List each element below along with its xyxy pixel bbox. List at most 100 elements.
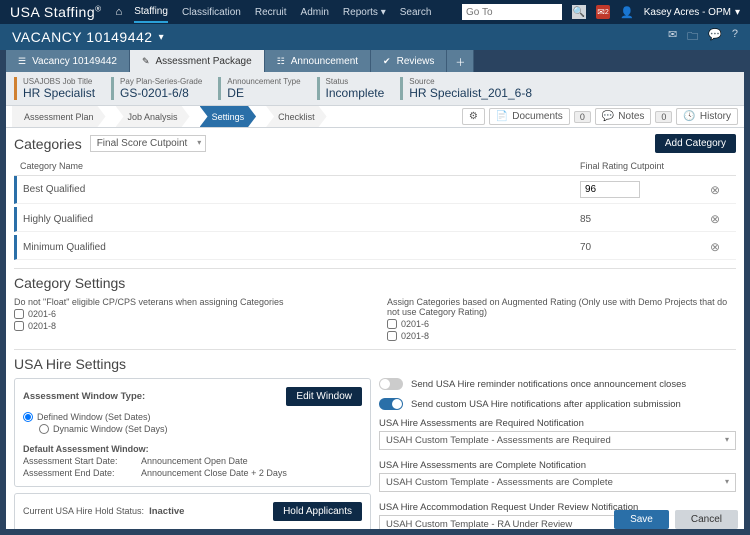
dynamic-window-radio[interactable] [39, 424, 49, 434]
notif-label: USA Hire Assessments are Required Notifi… [379, 418, 736, 429]
grade-value: GS-0201-6/8 [120, 86, 202, 100]
record-tabs: ☰Vacancy 10149442 ✎Assessment Package ☷A… [6, 50, 744, 72]
window-type-label: Assessment Window Type: [23, 391, 145, 402]
categories-title: Categories [14, 136, 82, 152]
document-icon: 📄 [496, 111, 508, 122]
documents-count: 0 [574, 111, 591, 123]
history-icon: 🕓 [683, 111, 695, 122]
custom-notif-toggle-label: Send custom USA Hire notifications after… [411, 399, 681, 410]
hold-status-panel: Current USA Hire Hold Status: Inactive H… [14, 493, 371, 529]
crumb-assessment-plan[interactable]: Assessment Plan [12, 106, 106, 127]
start-date-key: Assessment Start Date: [23, 456, 133, 466]
start-date-value: Announcement Open Date [141, 456, 248, 466]
mail-icon[interactable]: ✉ [668, 28, 677, 47]
tab-assessment-package[interactable]: ✎Assessment Package [130, 50, 265, 72]
category-row: Highly Qualified 85 ⊗ [14, 207, 736, 232]
chat-icon[interactable]: 💬 [708, 28, 722, 47]
primary-nav: Staffing Classification Recruit Admin Re… [134, 2, 431, 23]
list-icon: ☰ [18, 56, 26, 67]
search-icon[interactable]: 🔍 [572, 5, 586, 19]
float-chk-0201-6[interactable] [14, 309, 24, 319]
tab-add[interactable]: ＋ [447, 50, 474, 72]
edit-window-button[interactable]: Edit Window [286, 387, 362, 406]
job-title-label: USAJOBS Job Title [23, 77, 95, 86]
notif-select[interactable]: USAH Custom Template - Assessments are R… [379, 431, 736, 450]
delete-icon[interactable]: ⊗ [710, 183, 720, 197]
alerts-icon[interactable]: ✉2 [596, 5, 610, 19]
aug-chk-0201-8[interactable] [387, 331, 397, 341]
footer-actions: Save Cancel [614, 510, 738, 529]
category-cutpoint-input[interactable] [580, 181, 640, 198]
hold-applicants-button[interactable]: Hold Applicants [273, 502, 362, 521]
float-veterans-label: Do not "Float" eligible CP/CPS veterans … [14, 297, 363, 307]
tab-vacancy[interactable]: ☰Vacancy 10149442 [6, 50, 130, 72]
assessment-window-panel: Assessment Window Type: Edit Window Defi… [14, 378, 371, 487]
aug-chk-0201-6[interactable] [387, 319, 397, 329]
category-settings-title: Category Settings [14, 275, 736, 291]
tab-reviews[interactable]: ✔Reviews [371, 50, 447, 72]
status-label: Status [326, 77, 385, 86]
notes-button[interactable]: 💬Notes [595, 108, 652, 125]
edit-icon: ✎ [142, 56, 150, 67]
nav-recruit[interactable]: Recruit [255, 7, 287, 18]
vacancy-header: VACANCY 10149442▾ ✉ 🗀 💬 ? [0, 24, 750, 50]
category-name: Highly Qualified [23, 214, 580, 225]
nav-reports[interactable]: Reports ▾ [343, 7, 386, 18]
delete-icon[interactable]: ⊗ [710, 240, 720, 254]
reminder-toggle-label: Send USA Hire reminder notifications onc… [411, 379, 686, 390]
save-button[interactable]: Save [614, 510, 669, 529]
default-window-label: Default Assessment Window: [23, 444, 149, 454]
user-menu[interactable]: Kasey Acres - OPM ▾ [644, 7, 740, 18]
note-icon: 💬 [602, 111, 614, 122]
job-title-value: HR Specialist [23, 86, 95, 100]
categories-filter-dropdown[interactable]: Final Score Cutpoint [90, 135, 207, 152]
documents-button[interactable]: 📄Documents [489, 108, 570, 125]
custom-notif-toggle[interactable] [379, 398, 403, 410]
grid-icon: ☷ [277, 56, 285, 67]
grade-label: Pay Plan-Series-Grade [120, 77, 202, 86]
folder-icon[interactable]: 🗀 [687, 28, 698, 47]
col-category-name: Category Name [20, 161, 580, 171]
category-name: Best Qualified [23, 184, 580, 195]
end-date-key: Assessment End Date: [23, 468, 133, 478]
ann-type-value: DE [227, 86, 300, 100]
history-button[interactable]: 🕓History [676, 108, 738, 125]
nav-admin[interactable]: Admin [301, 7, 329, 18]
check-icon: ✔ [383, 56, 391, 67]
vacancy-title[interactable]: VACANCY 10149442▾ [12, 29, 164, 45]
notes-count: 0 [655, 111, 672, 123]
nav-staffing[interactable]: Staffing [134, 6, 168, 23]
cancel-button[interactable]: Cancel [675, 510, 738, 529]
notif-select[interactable]: USAH Custom Template - Assessments are C… [379, 473, 736, 492]
add-category-button[interactable]: Add Category [655, 134, 736, 153]
plus-icon: ＋ [455, 54, 465, 69]
ann-type-label: Announcement Type [227, 77, 300, 86]
goto-input[interactable] [462, 4, 562, 20]
nav-classification[interactable]: Classification [182, 7, 241, 18]
defined-window-radio[interactable] [23, 412, 33, 422]
user-avatar-icon[interactable]: 👤 [620, 6, 634, 19]
settings-gear-button[interactable]: ⚙ [462, 108, 485, 125]
gear-icon: ⚙ [469, 111, 478, 122]
end-date-value: Announcement Close Date + 2 Days [141, 468, 287, 478]
crumb-job-analysis[interactable]: Job Analysis [116, 106, 190, 127]
reminder-toggle[interactable] [379, 378, 403, 390]
help-icon[interactable]: ? [732, 28, 738, 47]
usahire-title: USA Hire Settings [14, 356, 736, 372]
category-name: Minimum Qualified [23, 242, 580, 253]
home-icon[interactable]: ⌂ [116, 6, 123, 18]
crumb-checklist[interactable]: Checklist [266, 106, 327, 127]
source-value: HR Specialist_201_6-8 [409, 86, 532, 100]
tab-announcement[interactable]: ☷Announcement [265, 50, 371, 72]
crumb-settings[interactable]: Settings [200, 106, 257, 127]
notif-label: USA Hire Assessments are Complete Notifi… [379, 460, 736, 471]
hold-status-value: Inactive [149, 506, 184, 517]
status-value: Incomplete [326, 86, 385, 100]
category-row: Minimum Qualified 70 ⊗ [14, 235, 736, 260]
float-chk-0201-8[interactable] [14, 321, 24, 331]
delete-icon[interactable]: ⊗ [710, 212, 720, 226]
nav-search[interactable]: Search [400, 7, 432, 18]
brand-logo: USA Staffing® [10, 4, 102, 20]
augmented-rating-label: Assign Categories based on Augmented Rat… [387, 297, 736, 317]
category-row: Best Qualified ⊗ [14, 176, 736, 204]
